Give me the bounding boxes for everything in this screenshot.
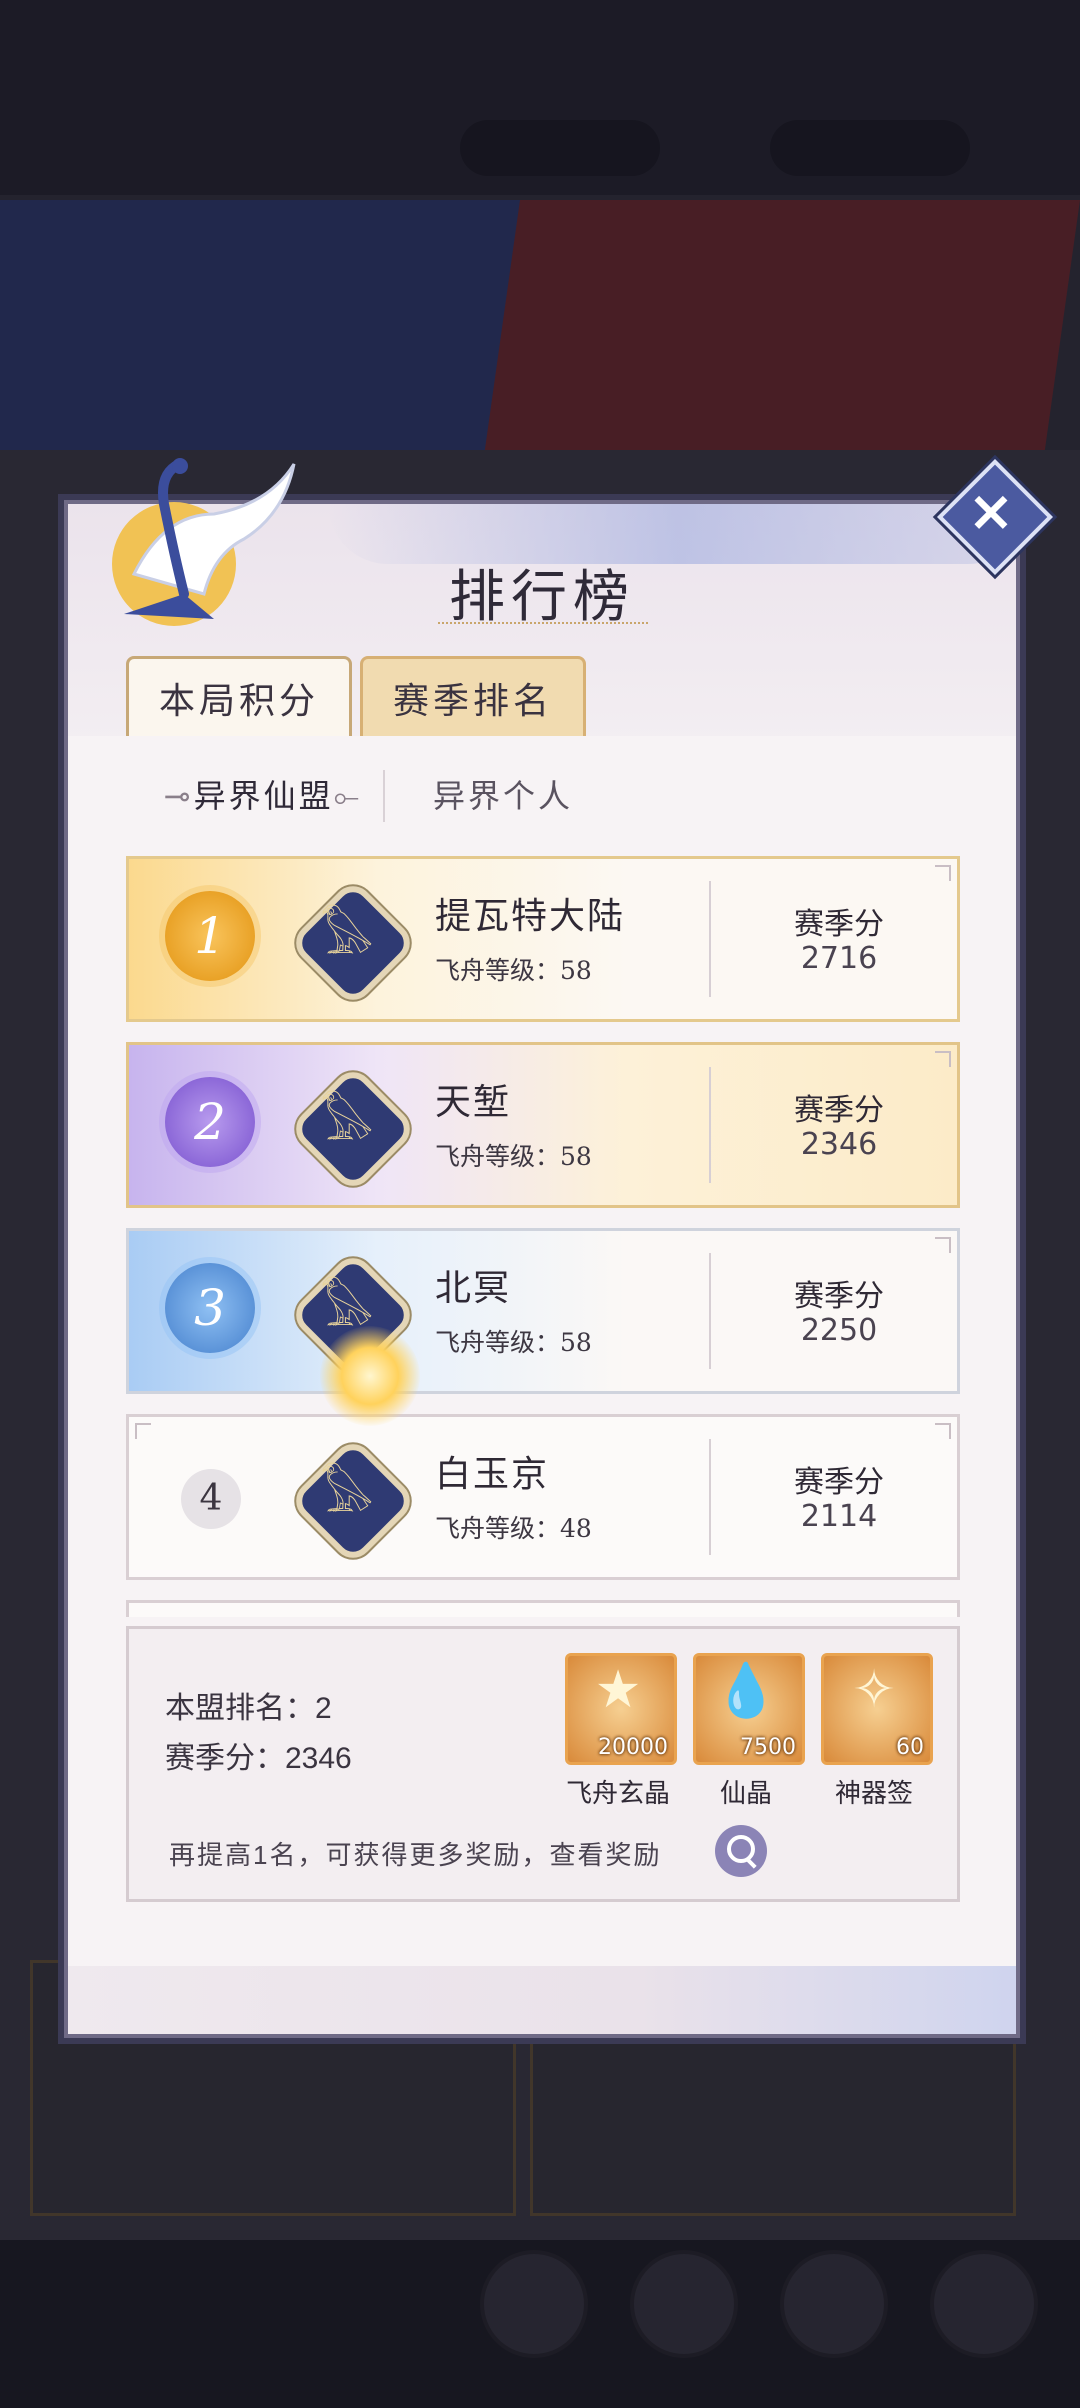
ranking-row[interactable]: 2 𓅃 天堑 飞舟等级：58 赛季分 2346 <box>126 1042 960 1208</box>
reward-name: 飞舟玄晶 <box>565 1779 670 1809</box>
my-alliance-score: 赛季分：2346 <box>165 1742 352 1775</box>
search-icon <box>727 1835 755 1863</box>
season-score-value: 2114 <box>800 1499 878 1534</box>
rank-badge-plain: 4 <box>181 1469 241 1529</box>
leaderboard-panel: 排行榜 本局积分 赛季排名 ⊸异界仙盟⟜ 异界个人 1 𓅃 提瓦特大陆 飞舟等级… <box>64 458 1028 2038</box>
airship-level: 飞舟等级：58 <box>435 1142 592 1171</box>
rank-badge-blue: 3 <box>165 1263 255 1353</box>
reward-item[interactable]: 💧 7500 仙晶 <box>693 1653 805 1810</box>
ranking-row[interactable]: 1 𓅃 提瓦特大陆 飞舟等级：58 赛季分 2716 <box>126 856 960 1022</box>
subtab-deco-right-icon: ⟜ <box>333 777 363 815</box>
alliance-emblem-icon: 𓅃 <box>287 877 419 1009</box>
row-corner-ornament <box>935 1237 951 1253</box>
row-divider <box>709 881 711 997</box>
ranking-row[interactable]: 4 𓅃 白玉京 飞舟等级：48 赛季分 2114 <box>126 1414 960 1580</box>
subtab-alliance[interactable]: ⊸异界仙盟⟜ <box>148 756 378 836</box>
season-score-label: 赛季分 <box>794 907 884 942</box>
airship-level: 飞舟等级：58 <box>435 1328 592 1357</box>
my-alliance-rank: 本盟排名：2 <box>165 1692 332 1725</box>
view-rewards-button[interactable] <box>715 1825 767 1877</box>
alliance-name: 北冥 <box>435 1268 512 1309</box>
row-corner-ornament <box>935 1051 951 1067</box>
season-score-label: 赛季分 <box>794 1279 884 1314</box>
rank-badge-purple: 2 <box>165 1077 255 1167</box>
panel-title: 排行榜 <box>449 565 635 630</box>
title-ornament <box>438 622 648 630</box>
subtab-individual[interactable]: 异界个人 <box>388 756 618 836</box>
season-score-label: 赛季分 <box>794 1093 884 1128</box>
search-icon-handle <box>745 1857 757 1869</box>
subtab-bar: ⊸异界仙盟⟜ 异界个人 <box>108 756 978 836</box>
tab-season-ranking[interactable]: 赛季排名 <box>360 656 586 745</box>
airship-level: 飞舟等级：48 <box>435 1514 592 1543</box>
season-score-value: 2716 <box>800 941 878 976</box>
reward-name: 仙晶 <box>719 1779 772 1809</box>
close-icon[interactable]: × <box>961 482 1021 542</box>
subtab-divider <box>383 770 385 822</box>
ranking-content: ⊸异界仙盟⟜ 异界个人 1 𓅃 提瓦特大陆 飞舟等级：58 赛季分 2716 2… <box>68 736 1016 2016</box>
reward-count: 20000 <box>598 1735 668 1760</box>
row-corner-ornament <box>135 1423 151 1439</box>
my-alliance-summary: 本盟排名：2 赛季分：2346 ★ 20000 飞舟玄晶 💧 7500 仙晶 ✧ <box>126 1626 960 1902</box>
alliance-name: 提瓦特大陆 <box>435 896 626 937</box>
tab-current-match-points[interactable]: 本局积分 <box>126 656 352 745</box>
alliance-name: 白玉京 <box>435 1454 550 1495</box>
reward-item[interactable]: ★ 20000 飞舟玄晶 <box>565 1653 677 1810</box>
panel-header: 排行榜 本局积分 赛季排名 <box>68 458 1028 745</box>
row-divider <box>709 1253 711 1369</box>
airship-level: 飞舟等级：58 <box>435 956 592 985</box>
season-score-value: 2346 <box>800 1127 878 1162</box>
row-divider <box>709 1439 711 1555</box>
row-corner-ornament <box>935 1423 951 1439</box>
reward-count: 60 <box>896 1735 924 1760</box>
reward-item[interactable]: ✧ 60 神器签 <box>821 1653 933 1810</box>
ranking-row-partial[interactable] <box>126 1600 960 1617</box>
reward-name: 神器签 <box>834 1779 913 1809</box>
season-score-value: 2250 <box>800 1313 878 1348</box>
alliance-emblem-icon: 𓅃 <box>287 1063 419 1195</box>
panel-footer-decoration <box>68 1966 1016 2034</box>
reward-count: 7500 <box>740 1735 796 1760</box>
droplet-crystal-icon: 💧 7500 <box>693 1653 805 1765</box>
reward-hint-text: 再提高1名，可获得更多奖励，查看奖励 <box>169 1840 662 1870</box>
star-crystal-icon: ★ 20000 <box>565 1653 677 1765</box>
alliance-emblem-icon: 𓅃 <box>287 1435 419 1567</box>
sparkle-effect-icon <box>320 1326 420 1426</box>
season-score-label: 赛季分 <box>794 1465 884 1500</box>
alliance-name: 天堑 <box>435 1082 512 1123</box>
artifact-lot-icon: ✧ 60 <box>821 1653 933 1765</box>
rank-badge-gold: 1 <box>165 891 255 981</box>
row-divider <box>709 1067 711 1183</box>
subtab-deco-left-icon: ⊸ <box>163 777 194 815</box>
subtab-alliance-label: 异界仙盟 <box>193 777 334 815</box>
ranking-row[interactable]: 3 𓅃 北冥 飞舟等级：58 赛季分 2250 <box>126 1228 960 1394</box>
row-corner-ornament <box>935 865 951 881</box>
